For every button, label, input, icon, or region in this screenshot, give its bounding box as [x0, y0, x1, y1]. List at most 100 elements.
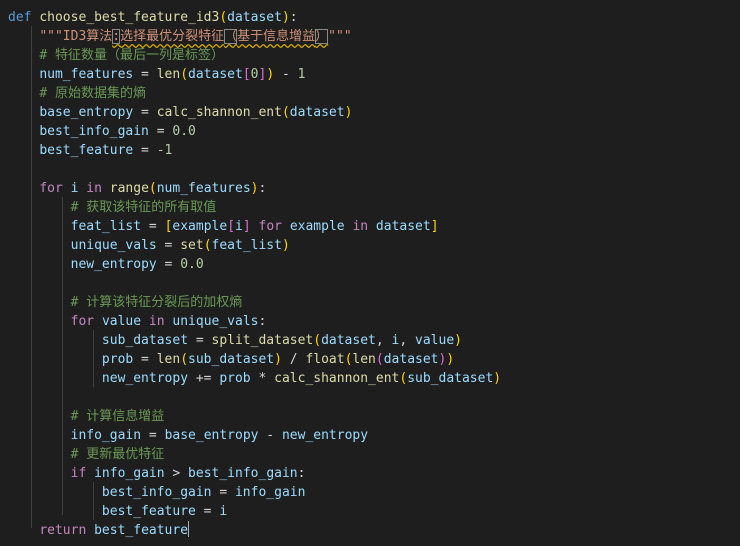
docstring-fullwidth-paren-close: ） — [315, 29, 329, 44]
variable: best_feature — [101, 504, 196, 519]
in-keyword: in — [148, 314, 165, 329]
in-keyword: in — [86, 181, 102, 196]
code-line-6: base_entropy = calc_shannon_ent(dataset) — [8, 103, 352, 122]
function-call: calc_shannon_ent — [156, 105, 282, 120]
colon: : — [258, 181, 267, 196]
param-dataset: dataset — [227, 10, 282, 25]
code-line-14: new_entropy = 0.0 — [8, 255, 204, 274]
code-line-7: best_info_gain = 0.0 — [8, 122, 196, 141]
builtin-call: float — [305, 352, 345, 367]
variable: prob — [219, 371, 251, 386]
operator: += — [188, 371, 220, 386]
code-line-11: # 获取该特征的所有取值 — [8, 198, 217, 217]
paren-open: ( — [313, 333, 322, 348]
function-name: choose_best_feature_id3 — [39, 10, 220, 25]
code-line-23: info_gain = base_entropy - new_entropy — [8, 426, 368, 445]
in-keyword: in — [352, 219, 369, 234]
paren-open: ( — [281, 105, 290, 120]
operator: = — [156, 238, 181, 253]
variable: i — [235, 219, 243, 234]
comma: , — [375, 333, 392, 348]
variable: best_feature — [94, 523, 189, 538]
code-line-24: # 更新最优特征 — [8, 445, 165, 464]
docstring-quote-close: """ — [328, 29, 352, 44]
argument: dataset — [383, 352, 439, 367]
operator: = — [195, 504, 220, 519]
operator: = — [156, 257, 181, 272]
code-line-2: """ID3算法:选择最优分裂特征（基于信息增益）""" — [8, 27, 352, 46]
variable: info_gain — [94, 466, 165, 481]
builtin-call: set — [180, 238, 204, 253]
code-line-27: best_feature = i — [8, 502, 227, 521]
operator: = — [141, 219, 165, 234]
paren-close: ) — [281, 10, 290, 25]
paren-close: ) — [281, 238, 290, 253]
paren-open: ( — [180, 352, 189, 367]
variable: unique_vals — [70, 238, 157, 253]
variable: base_entropy — [164, 428, 259, 443]
operator: = — [188, 333, 212, 348]
return-keyword: return — [39, 523, 87, 538]
operator: = — [133, 143, 157, 158]
comment: # 特征数量（最后一列是标签） — [39, 48, 224, 63]
variable: best_info_gain — [188, 466, 298, 481]
code-line-16: # 计算该特征分裂后的加权熵 — [8, 293, 243, 312]
paren-open: ( — [375, 352, 384, 367]
code-line-20: new_entropy += prob * calc_shannon_ent(s… — [8, 369, 501, 388]
code-line-1: def choose_best_feature_id3(dataset): — [8, 8, 298, 27]
operator: / — [281, 352, 306, 367]
argument: dataset — [321, 333, 376, 348]
variable: feat_list — [70, 219, 142, 234]
paren-open: ( — [148, 181, 157, 196]
code-editor[interactable]: def choose_best_feature_id3(dataset): ""… — [0, 0, 740, 546]
for-keyword: for — [258, 219, 282, 234]
variable: new_entropy — [281, 428, 369, 443]
bracket-close: ] — [242, 219, 251, 234]
loop-variable: value — [101, 314, 142, 329]
comment: # 原始数据集的熵 — [39, 86, 146, 101]
code-line-10: for i in range(num_features): — [8, 179, 266, 198]
loop-variable: i — [70, 181, 79, 196]
colon: : — [297, 466, 306, 481]
operator: * — [250, 371, 275, 386]
paren-open: ( — [180, 67, 189, 82]
for-keyword: for — [70, 314, 95, 329]
operator: - — [258, 428, 282, 443]
operator: > — [164, 466, 189, 481]
comment: # 获取该特征的所有取值 — [70, 200, 217, 215]
argument: dataset — [289, 105, 345, 120]
variable: dataset — [375, 219, 431, 234]
code-line-26: best_info_gain = info_gain — [8, 483, 306, 502]
operator: = — [133, 67, 157, 82]
docstring-fullwidth-paren-open: （ — [224, 29, 238, 44]
argument: sub_dataset — [407, 371, 494, 386]
argument: dataset — [188, 67, 243, 82]
bracket-open: [ — [227, 219, 236, 234]
variable: example — [172, 219, 228, 234]
bracket-close: ] — [430, 219, 439, 234]
text-cursor — [188, 521, 190, 537]
operator: = — [133, 105, 157, 120]
variable: best_info_gain — [39, 124, 149, 139]
operator: = — [133, 352, 157, 367]
variable: i — [219, 504, 228, 519]
comma: , — [399, 333, 416, 348]
bracket-open: [ — [242, 67, 251, 82]
code-line-18: sub_dataset = split_dataset(dataset, i, … — [8, 331, 462, 350]
variable: best_info_gain — [101, 485, 212, 500]
number: 0.0 — [180, 257, 204, 272]
if-keyword: if — [70, 466, 87, 481]
code-line-5: # 原始数据集的熵 — [8, 84, 146, 103]
def-keyword: def — [8, 10, 32, 25]
docstring-part-a: ID3算法 — [62, 29, 113, 44]
variable: unique_vals — [172, 314, 259, 329]
variable: base_entropy — [39, 105, 134, 120]
argument: num_features — [156, 181, 251, 196]
function-call: split_dataset — [211, 333, 314, 348]
argument: sub_dataset — [188, 352, 275, 367]
operator: = — [211, 485, 235, 500]
comment: # 计算信息增益 — [70, 409, 165, 424]
colon: : — [289, 10, 298, 25]
paren-close: ) — [344, 105, 353, 120]
code-line-28: return best_feature — [8, 521, 190, 540]
